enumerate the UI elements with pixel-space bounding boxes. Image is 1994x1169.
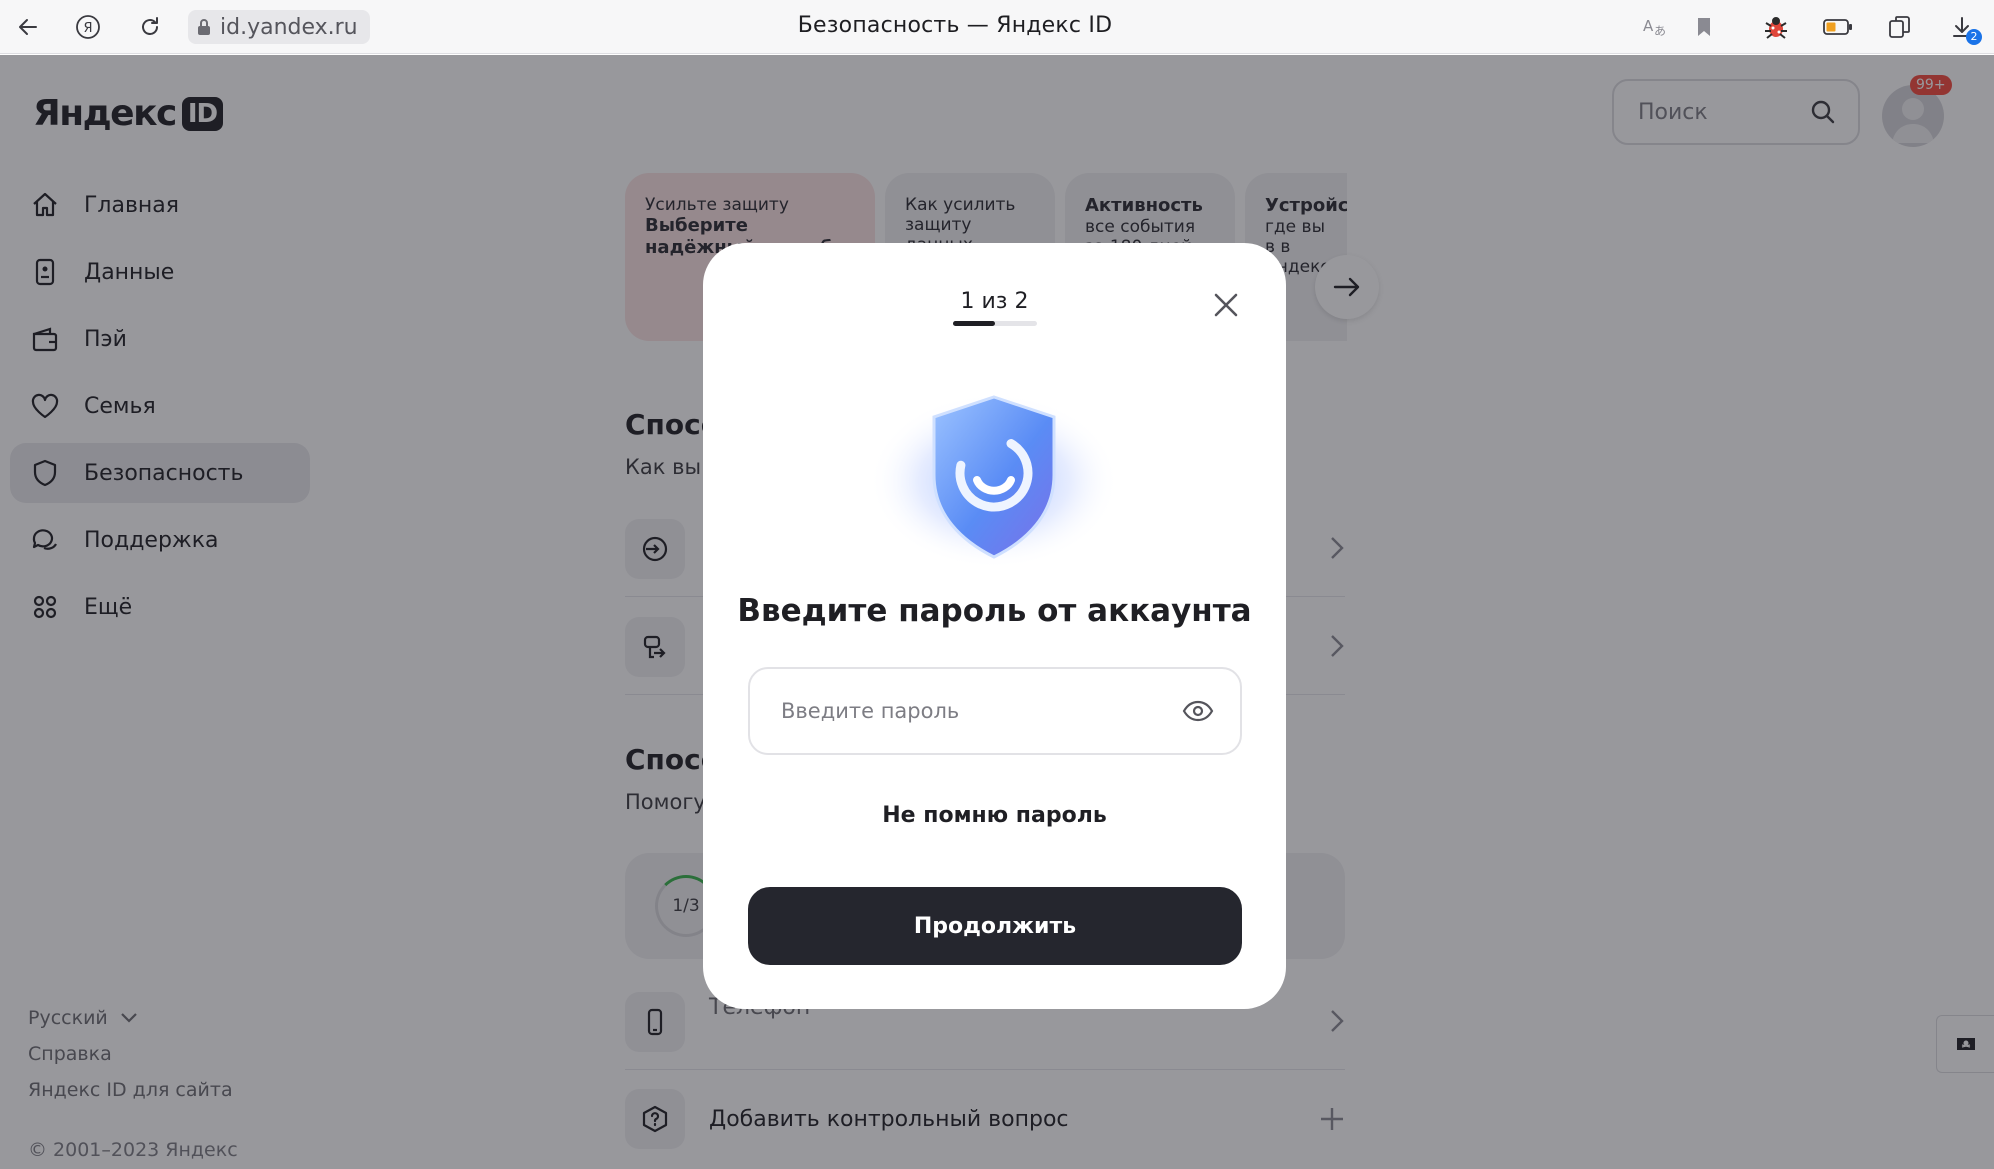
downloads-icon[interactable]: 2: [1946, 11, 1982, 45]
eye-icon[interactable]: [1182, 700, 1214, 722]
browser-toolbar: Я id.yandex.ru Безопасность — Яндекс ID …: [0, 0, 1994, 54]
continue-button[interactable]: Продолжить: [748, 887, 1242, 965]
step-progress-fill: [953, 321, 995, 326]
step-progress-track: [953, 321, 1037, 326]
tab-title: Безопасность — Яндекс ID: [797, 13, 1113, 38]
close-button[interactable]: [1208, 287, 1244, 323]
password-input[interactable]: [781, 699, 1161, 723]
modal-title: Введите пароль от аккаунта: [737, 593, 1252, 629]
forgot-password-link[interactable]: Не помню пароль: [703, 803, 1286, 828]
svg-text:A: A: [1643, 17, 1654, 35]
downloads-badge: 2: [1966, 29, 1982, 45]
close-icon: [1214, 293, 1238, 317]
battery-icon[interactable]: [1822, 11, 1854, 43]
security-shield-illustration: [869, 393, 1119, 569]
svg-text:あ: あ: [1654, 24, 1666, 38]
translate-icon[interactable]: Aあ: [1639, 11, 1671, 43]
step-indicator: 1 из 2: [960, 289, 1029, 314]
extension-bug-icon[interactable]: [1760, 11, 1792, 43]
collections-icon[interactable]: [1884, 11, 1916, 43]
password-modal: 1 из 2 Введите пароль от аккаунта Не пом…: [703, 243, 1286, 1009]
bookmark-icon[interactable]: [1688, 11, 1720, 43]
password-field[interactable]: [748, 667, 1242, 755]
